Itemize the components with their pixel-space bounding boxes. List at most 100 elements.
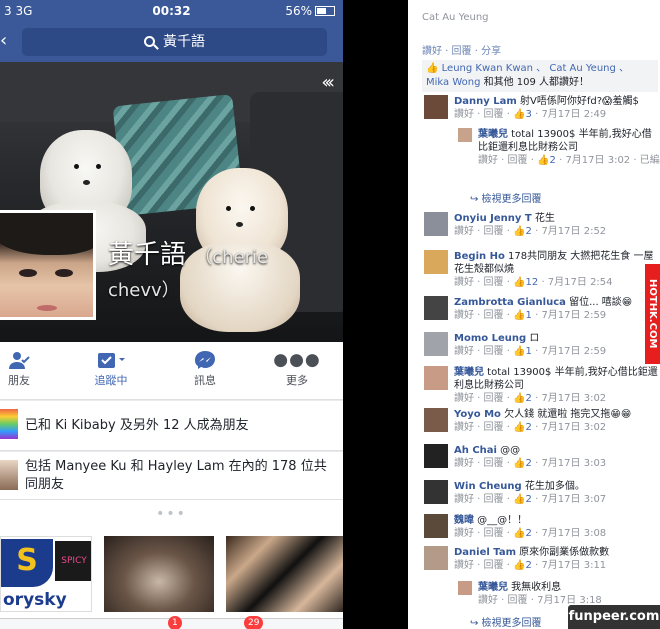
comment-thread: Cat Au Yeung 讚好 · 回覆 · 分享 👍 Leung Kwan K… <box>408 0 660 629</box>
commenter-avatar[interactable] <box>424 480 448 504</box>
commenter-avatar[interactable] <box>424 366 448 390</box>
more-dots[interactable]: ••• <box>0 500 343 528</box>
like-reply-links[interactable]: 讚好 · 回覆 · <box>454 346 513 357</box>
commenter-avatar[interactable] <box>424 250 448 274</box>
like-count[interactable]: 👍12 <box>513 277 538 288</box>
commenter-name[interactable]: Win Cheung <box>454 481 522 492</box>
commenter-avatar[interactable] <box>424 212 448 236</box>
double-chevron-left-icon[interactable]: ‹‹‹ <box>321 72 334 93</box>
chevron-left-icon[interactable]: ‹ <box>0 30 7 51</box>
comment-footer: 讚好 · 回覆 · 👍1 · 7月17日 2:59 <box>454 345 660 358</box>
commenter-avatar[interactable] <box>424 444 448 468</box>
like-reply-links[interactable]: 讚好 · 回覆 · <box>454 393 513 404</box>
comment-footer: 讚好 · 回覆 · 👍2 · 7月17日 3:08 <box>454 527 660 540</box>
commenter-name[interactable]: 魏暐 <box>454 515 474 526</box>
view-more-replies-link[interactable]: ↪ 檢視更多回覆 <box>470 190 542 205</box>
like-reply-links[interactable]: 讚好 · 回覆 · <box>454 560 513 571</box>
status-bar: 3 3G 00:32 56% <box>0 0 343 22</box>
likes-summary[interactable]: 👍 Leung Kwan Kwan 、 Cat Au Yeung 、 Mika … <box>422 60 658 92</box>
commenter-avatar[interactable] <box>424 514 448 538</box>
brand-logo-small: SPICY CHIC <box>55 541 91 606</box>
comment-timestamp: · 7月17日 3:02 <box>531 393 607 404</box>
search-input[interactable]: 黃千語 <box>22 28 327 56</box>
like-count[interactable]: 👍2 <box>537 155 556 166</box>
commenter-name[interactable]: 葉曦兒 <box>478 582 508 593</box>
commenter-avatar[interactable] <box>424 296 448 320</box>
following-button[interactable]: 追蹤中 <box>76 350 146 388</box>
search-query: 黃千語 <box>163 34 205 50</box>
like-reply-links[interactable]: 讚好 · 回覆 · <box>454 277 513 288</box>
like-reply-links[interactable]: 讚好 · 回覆 · <box>478 155 537 166</box>
more-button[interactable]: ●●● 更多 <box>262 350 332 388</box>
comment-text: 原來你副業係做款數 <box>516 547 610 558</box>
commenter-name[interactable]: 葉曦兒 <box>454 367 484 378</box>
like-count[interactable]: 👍2 <box>513 226 532 237</box>
commenter-name[interactable]: 葉曦兒 <box>478 129 508 140</box>
commenter-name[interactable]: Yoyo Mo <box>454 409 501 420</box>
commenter-name[interactable]: Daniel Tam <box>454 547 516 558</box>
commenter-avatar[interactable] <box>424 546 448 570</box>
comment-footer: 讚好 · 回覆 · 👍12 · 7月17日 2:54 <box>454 276 660 289</box>
commenter-avatar[interactable] <box>458 128 472 142</box>
comment-text: 花生加多個。 <box>521 481 585 492</box>
photo-thumbnail[interactable]: S SPICY CHIC orysky <box>0 536 92 612</box>
message-button[interactable]: 訊息 <box>170 350 240 388</box>
mutual-friends-row-1[interactable]: 已和 Ki Kibaby 及另外 12 人成為朋友 <box>0 401 343 451</box>
profile-alt-name: chevv） <box>108 280 180 301</box>
like-count[interactable]: 👍2 <box>513 528 532 539</box>
like-reply-links[interactable]: 讚好 · 回覆 · <box>454 422 513 433</box>
top-commenter[interactable]: Cat Au Yeung <box>422 12 489 23</box>
like-count[interactable]: 👍2 <box>513 422 532 433</box>
like-count[interactable]: 👍1 <box>513 310 532 321</box>
cover-photo[interactable]: ‹‹‹ 黃千語 （cherie chevv） <box>0 62 343 342</box>
comment-text: 射V唔係阿你好fd?😱羞觸$ <box>516 96 639 107</box>
mutual-friends-row-2[interactable]: 包括 Manyee Ku 和 Hayley Lam 在內的 178 位共同朋友 <box>0 452 343 500</box>
like-count[interactable]: 👍1 <box>513 346 532 357</box>
comment-timestamp: · 7月17日 2:52 <box>531 226 607 237</box>
like-reply-links[interactable]: 讚好 · 回覆 · <box>454 458 513 469</box>
like-count[interactable]: 👍2 <box>513 560 532 571</box>
commenter-name[interactable]: Momo Leung <box>454 333 526 344</box>
like-count[interactable]: 👍2 <box>513 458 532 469</box>
comment-footer: 讚好 · 回覆 · 👍2 · 7月17日 3:07 <box>454 493 660 506</box>
like-count[interactable]: 👍2 <box>513 494 532 505</box>
like-reply-links[interactable]: 讚好 · 回覆 · <box>454 528 513 539</box>
commenter-name[interactable]: Begin Ho <box>454 251 505 262</box>
comment-timestamp: · 7月17日 3:11 <box>531 560 607 571</box>
comment-timestamp: · 7月17日 3:08 <box>531 528 607 539</box>
like-reply-links[interactable]: 讚好 · 回覆 · <box>478 595 537 606</box>
profile-name: 黃千語 （cherie <box>108 240 269 270</box>
like-count[interactable]: 👍2 <box>513 393 532 404</box>
like-count[interactable]: 👍3 <box>513 109 532 120</box>
magnifier-icon <box>144 36 155 47</box>
commenter-avatar[interactable] <box>458 581 472 595</box>
notification-badge[interactable]: 1 <box>168 616 182 629</box>
like-reply-links[interactable]: 讚好 · 回覆 · <box>454 310 513 321</box>
view-more-replies-link[interactable]: ↪ 檢視更多回覆 <box>470 614 542 629</box>
comment-timestamp: · 7月17日 2:59 <box>531 310 607 321</box>
avatar[interactable] <box>0 210 96 320</box>
friends-button[interactable]: 朋友 <box>0 350 54 388</box>
commenter-name[interactable]: Danny Lam <box>454 96 517 107</box>
commenter-name[interactable]: Onyiu Jenny T <box>454 213 532 224</box>
photo-thumbnail[interactable] <box>104 536 214 612</box>
like-reply-links[interactable]: 讚好 · 回覆 · <box>454 226 513 237</box>
commenter-avatar[interactable] <box>424 332 448 356</box>
commenter-avatar[interactable] <box>424 408 448 432</box>
comment-footer: 讚好 · 回覆 · 👍2 · 7月17日 3:02 · 已編輯 <box>478 154 660 167</box>
post-links[interactable]: 讚好 · 回覆 · 分享 <box>422 42 501 57</box>
top-nav-bar: ‹ 黃千語 <box>0 22 343 62</box>
commenter-name[interactable]: Ah Chai <box>454 445 497 456</box>
commenter-avatar[interactable] <box>424 95 448 119</box>
like-reply-links[interactable]: 讚好 · 回覆 · <box>454 109 513 120</box>
like-reply-links[interactable]: 讚好 · 回覆 · <box>454 494 513 505</box>
comment-timestamp: · 7月17日 2:59 <box>531 346 607 357</box>
comment-timestamp: · 7月17日 3:02 · 已編輯 <box>555 155 660 166</box>
following-icon <box>76 350 146 372</box>
photo-thumbnail[interactable] <box>226 536 343 612</box>
friend-thumbnail <box>0 409 18 439</box>
notification-badge[interactable]: 29 <box>244 616 264 629</box>
commenter-name[interactable]: Zambrotta Gianluca <box>454 297 566 308</box>
comment-text: @@ <box>496 445 521 456</box>
comment-timestamp: · 7月17日 2:49 <box>531 109 607 120</box>
